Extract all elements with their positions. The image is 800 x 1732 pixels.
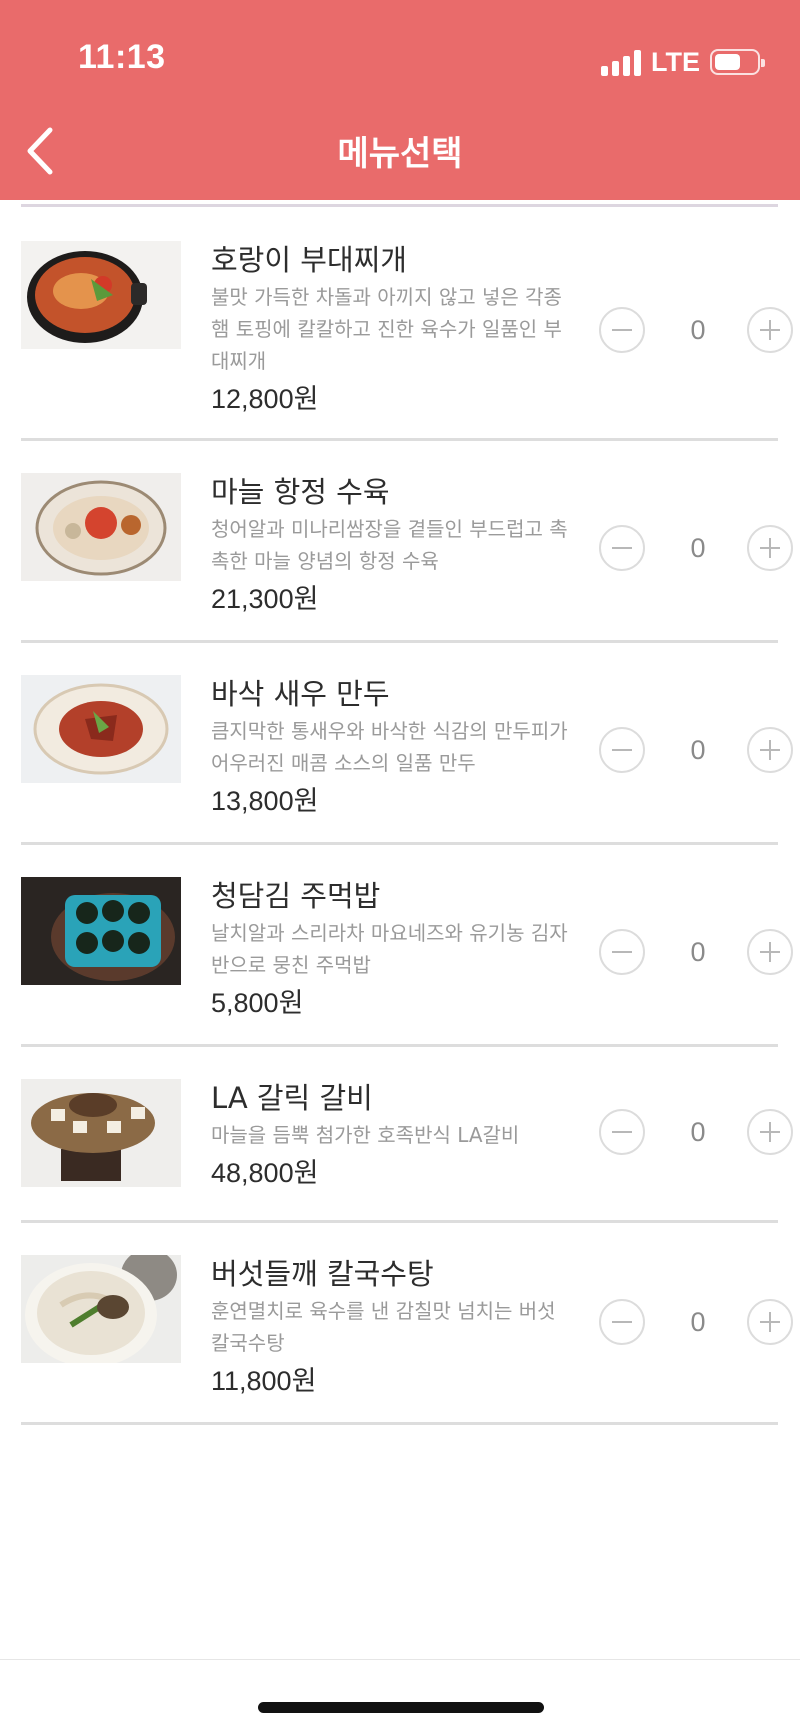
increase-button[interactable] (747, 1299, 793, 1345)
status-time: 11:13 (78, 38, 166, 76)
menu-item-name: 바삭 새우 만두 (211, 677, 390, 711)
quantity-stepper: 0 (599, 307, 799, 357)
menu-item: 버섯들깨 칼국수탕 훈연멸치로 육수를 낸 감칠맛 넘치는 버섯 칼국수탕 11… (21, 1223, 793, 1425)
menu-item-description: 청어알과 미나리쌈장을 곁들인 부드럽고 촉촉한 마늘 양념의 항정 수육 (211, 517, 568, 573)
food-image (21, 473, 181, 581)
menu-item-price: 13,800원 (211, 786, 319, 816)
quantity-stepper: 0 (599, 727, 799, 777)
decrease-button[interactable] (599, 307, 645, 353)
decrease-button[interactable] (599, 1109, 645, 1155)
network-label: LTE (651, 46, 700, 77)
battery-icon (710, 49, 765, 75)
menu-item-description: 훈연멸치로 육수를 낸 감칠맛 넘치는 버섯 칼국수탕 (211, 1299, 556, 1355)
quantity-stepper: 0 (599, 1299, 799, 1349)
increase-button[interactable] (747, 929, 793, 975)
decrease-button[interactable] (599, 1299, 645, 1345)
menu-item-price: 12,800원 (211, 384, 319, 414)
menu-item-info: LA 갈릭 갈비 마늘을 듬뿍 첨가한 호족반식 LA갈비 48,800원 (211, 1079, 571, 1193)
page-title: 메뉴선택 (337, 134, 463, 174)
quantity-value: 0 (690, 937, 706, 967)
quantity-stepper: 0 (599, 525, 799, 575)
menu-item: LA 갈릭 갈비 마늘을 듬뿍 첨가한 호족반식 LA갈비 48,800원 0 (21, 1047, 793, 1223)
menu-item-info: 바삭 새우 만두 큼지막한 통새우와 바삭한 식감의 만두피가 어우러진 매콤 … (211, 675, 571, 821)
menu-item-description: 날치알과 스리라차 마요네즈와 유기농 김자반으로 뭉친 주먹밥 (211, 921, 568, 977)
home-indicator[interactable] (258, 1702, 544, 1713)
menu-item-price: 11,800원 (211, 1366, 317, 1396)
food-image (21, 675, 181, 783)
decrease-button[interactable] (599, 525, 645, 571)
food-image (21, 1255, 181, 1363)
menu-item: 호랑이 부대찌개 불맛 가득한 차돌과 아끼지 않고 넣은 각종 햄 토핑에 칼… (21, 207, 793, 441)
menu-item-price: 5,800원 (211, 988, 304, 1018)
quantity-value: 0 (690, 533, 706, 563)
menu-item-description: 마늘을 듬뿍 첨가한 호족반식 LA갈비 (211, 1123, 520, 1147)
menu-item-info: 버섯들깨 칼국수탕 훈연멸치로 육수를 낸 감칠맛 넘치는 버섯 칼국수탕 11… (211, 1255, 571, 1401)
increase-button[interactable] (747, 525, 793, 571)
quantity-stepper: 0 (599, 929, 799, 979)
menu-item: 마늘 항정 수육 청어알과 미나리쌈장을 곁들인 부드럽고 촉촉한 마늘 양념의… (21, 441, 793, 643)
increase-button[interactable] (747, 1109, 793, 1155)
menu-list: 호랑이 부대찌개 불맛 가득한 차돌과 아끼지 않고 넣은 각종 햄 토핑에 칼… (21, 204, 793, 1425)
menu-item-name: 호랑이 부대찌개 (211, 243, 407, 277)
increase-button[interactable] (747, 727, 793, 773)
menu-item-description: 큼지막한 통새우와 바삭한 식감의 만두피가 어우러진 매콤 소스의 일품 만두 (211, 719, 568, 775)
decrease-button[interactable] (599, 727, 645, 773)
quantity-value: 0 (690, 1307, 706, 1337)
quantity-value: 0 (690, 735, 706, 765)
divider (0, 1659, 800, 1660)
decrease-button[interactable] (599, 929, 645, 975)
menu-item-name: LA 갈릭 갈비 (211, 1081, 373, 1115)
menu-item-name: 마늘 항정 수육 (211, 475, 390, 509)
status-indicators: LTE (601, 44, 765, 80)
food-image (21, 241, 181, 349)
menu-item-info: 청담김 주먹밥 날치알과 스리라차 마요네즈와 유기농 김자반으로 뭉친 주먹밥… (211, 877, 571, 1023)
signal-icon (601, 48, 641, 76)
quantity-value: 0 (690, 315, 706, 345)
quantity-value: 0 (690, 1117, 706, 1147)
menu-item: 바삭 새우 만두 큼지막한 통새우와 바삭한 식감의 만두피가 어우러진 매콤 … (21, 643, 793, 845)
menu-item-price: 21,300원 (211, 584, 319, 614)
menu-item-info: 호랑이 부대찌개 불맛 가득한 차돌과 아끼지 않고 넣은 각종 햄 토핑에 칼… (211, 241, 571, 419)
menu-item-description: 불맛 가득한 차돌과 아끼지 않고 넣은 각종 햄 토핑에 칼칼하고 진한 육수… (211, 285, 562, 373)
menu-item-name: 버섯들깨 칼국수탕 (211, 1257, 434, 1291)
food-image (21, 877, 181, 985)
food-image (21, 1079, 181, 1187)
menu-item-info: 마늘 항정 수육 청어알과 미나리쌈장을 곁들인 부드럽고 촉촉한 마늘 양념의… (211, 473, 571, 619)
menu-item-price: 48,800원 (211, 1158, 319, 1188)
menu-item-name: 청담김 주먹밥 (211, 879, 381, 913)
app-header: 11:13 LTE 메뉴선택 (0, 0, 800, 200)
quantity-stepper: 0 (599, 1109, 799, 1159)
increase-button[interactable] (747, 307, 793, 353)
menu-item: 청담김 주먹밥 날치알과 스리라차 마요네즈와 유기농 김자반으로 뭉친 주먹밥… (21, 845, 793, 1047)
